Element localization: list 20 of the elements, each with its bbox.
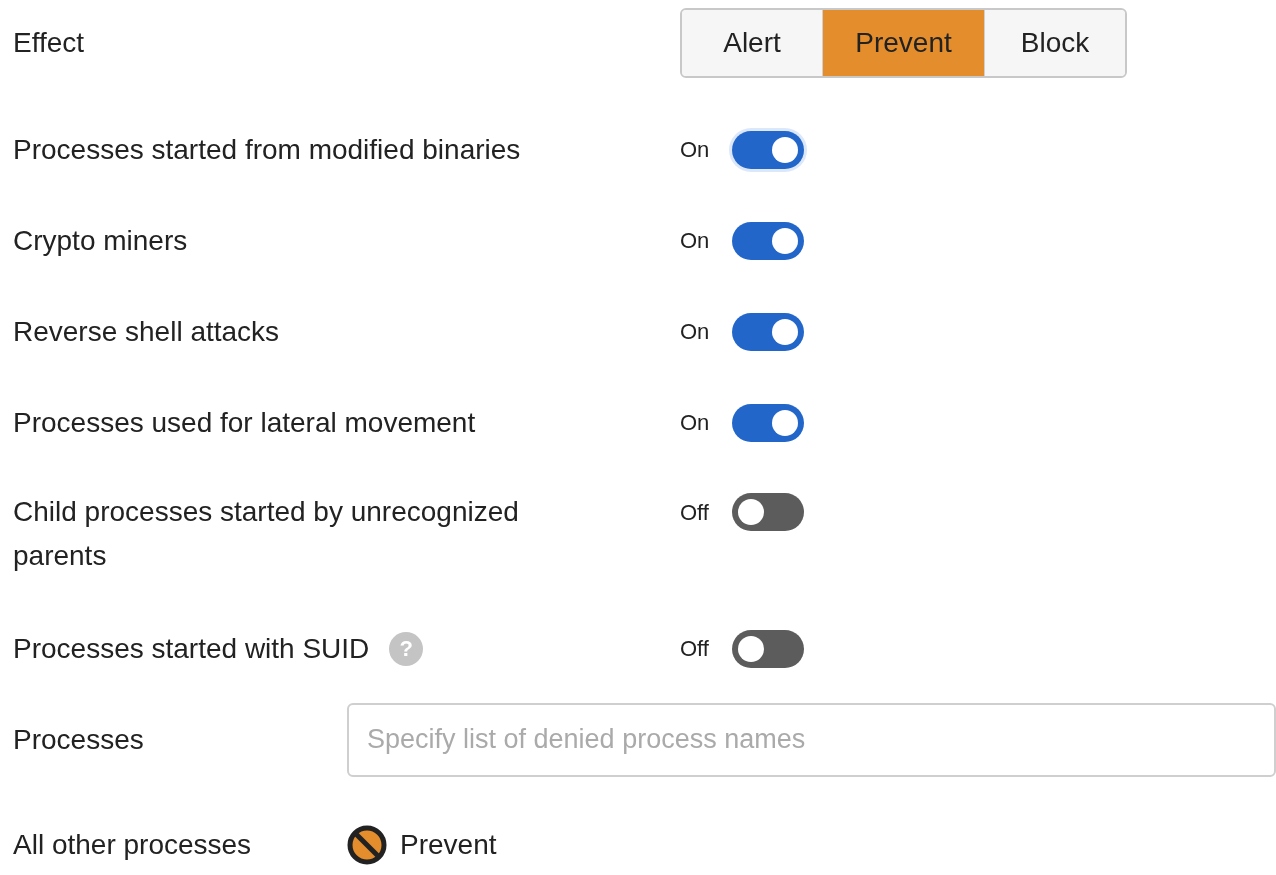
field-label: All other processes bbox=[12, 827, 253, 862]
toggle-label: Processes used for lateral movement bbox=[13, 405, 476, 440]
toggle-state-text: On bbox=[680, 136, 711, 164]
toggle-label: Reverse shell attacks bbox=[13, 314, 280, 349]
toggle-label: Processes started with SUID bbox=[13, 631, 370, 666]
toggle-state-text: On bbox=[680, 227, 711, 255]
action-value: Prevent bbox=[400, 827, 497, 862]
toggle-label: Crypto miners bbox=[13, 223, 188, 258]
segment-button[interactable]: Block bbox=[984, 10, 1125, 76]
process-names-input[interactable]: Specify list of denied process names bbox=[347, 702, 1276, 777]
toggle-label: Processes started from modified binaries bbox=[13, 132, 521, 167]
toggle-state-text: On bbox=[680, 409, 711, 437]
field-label: Effect bbox=[12, 26, 86, 60]
toggle-state-text: Off bbox=[680, 635, 710, 663]
prohibited-icon bbox=[347, 824, 387, 865]
segment-button[interactable]: Prevent bbox=[822, 10, 984, 76]
field-label: Processes bbox=[12, 722, 145, 757]
toggle-state-text: On bbox=[680, 318, 711, 346]
toggle-label: Child processes started by unrecognized parents bbox=[13, 495, 520, 573]
toggle-state-text: Off bbox=[680, 498, 710, 527]
